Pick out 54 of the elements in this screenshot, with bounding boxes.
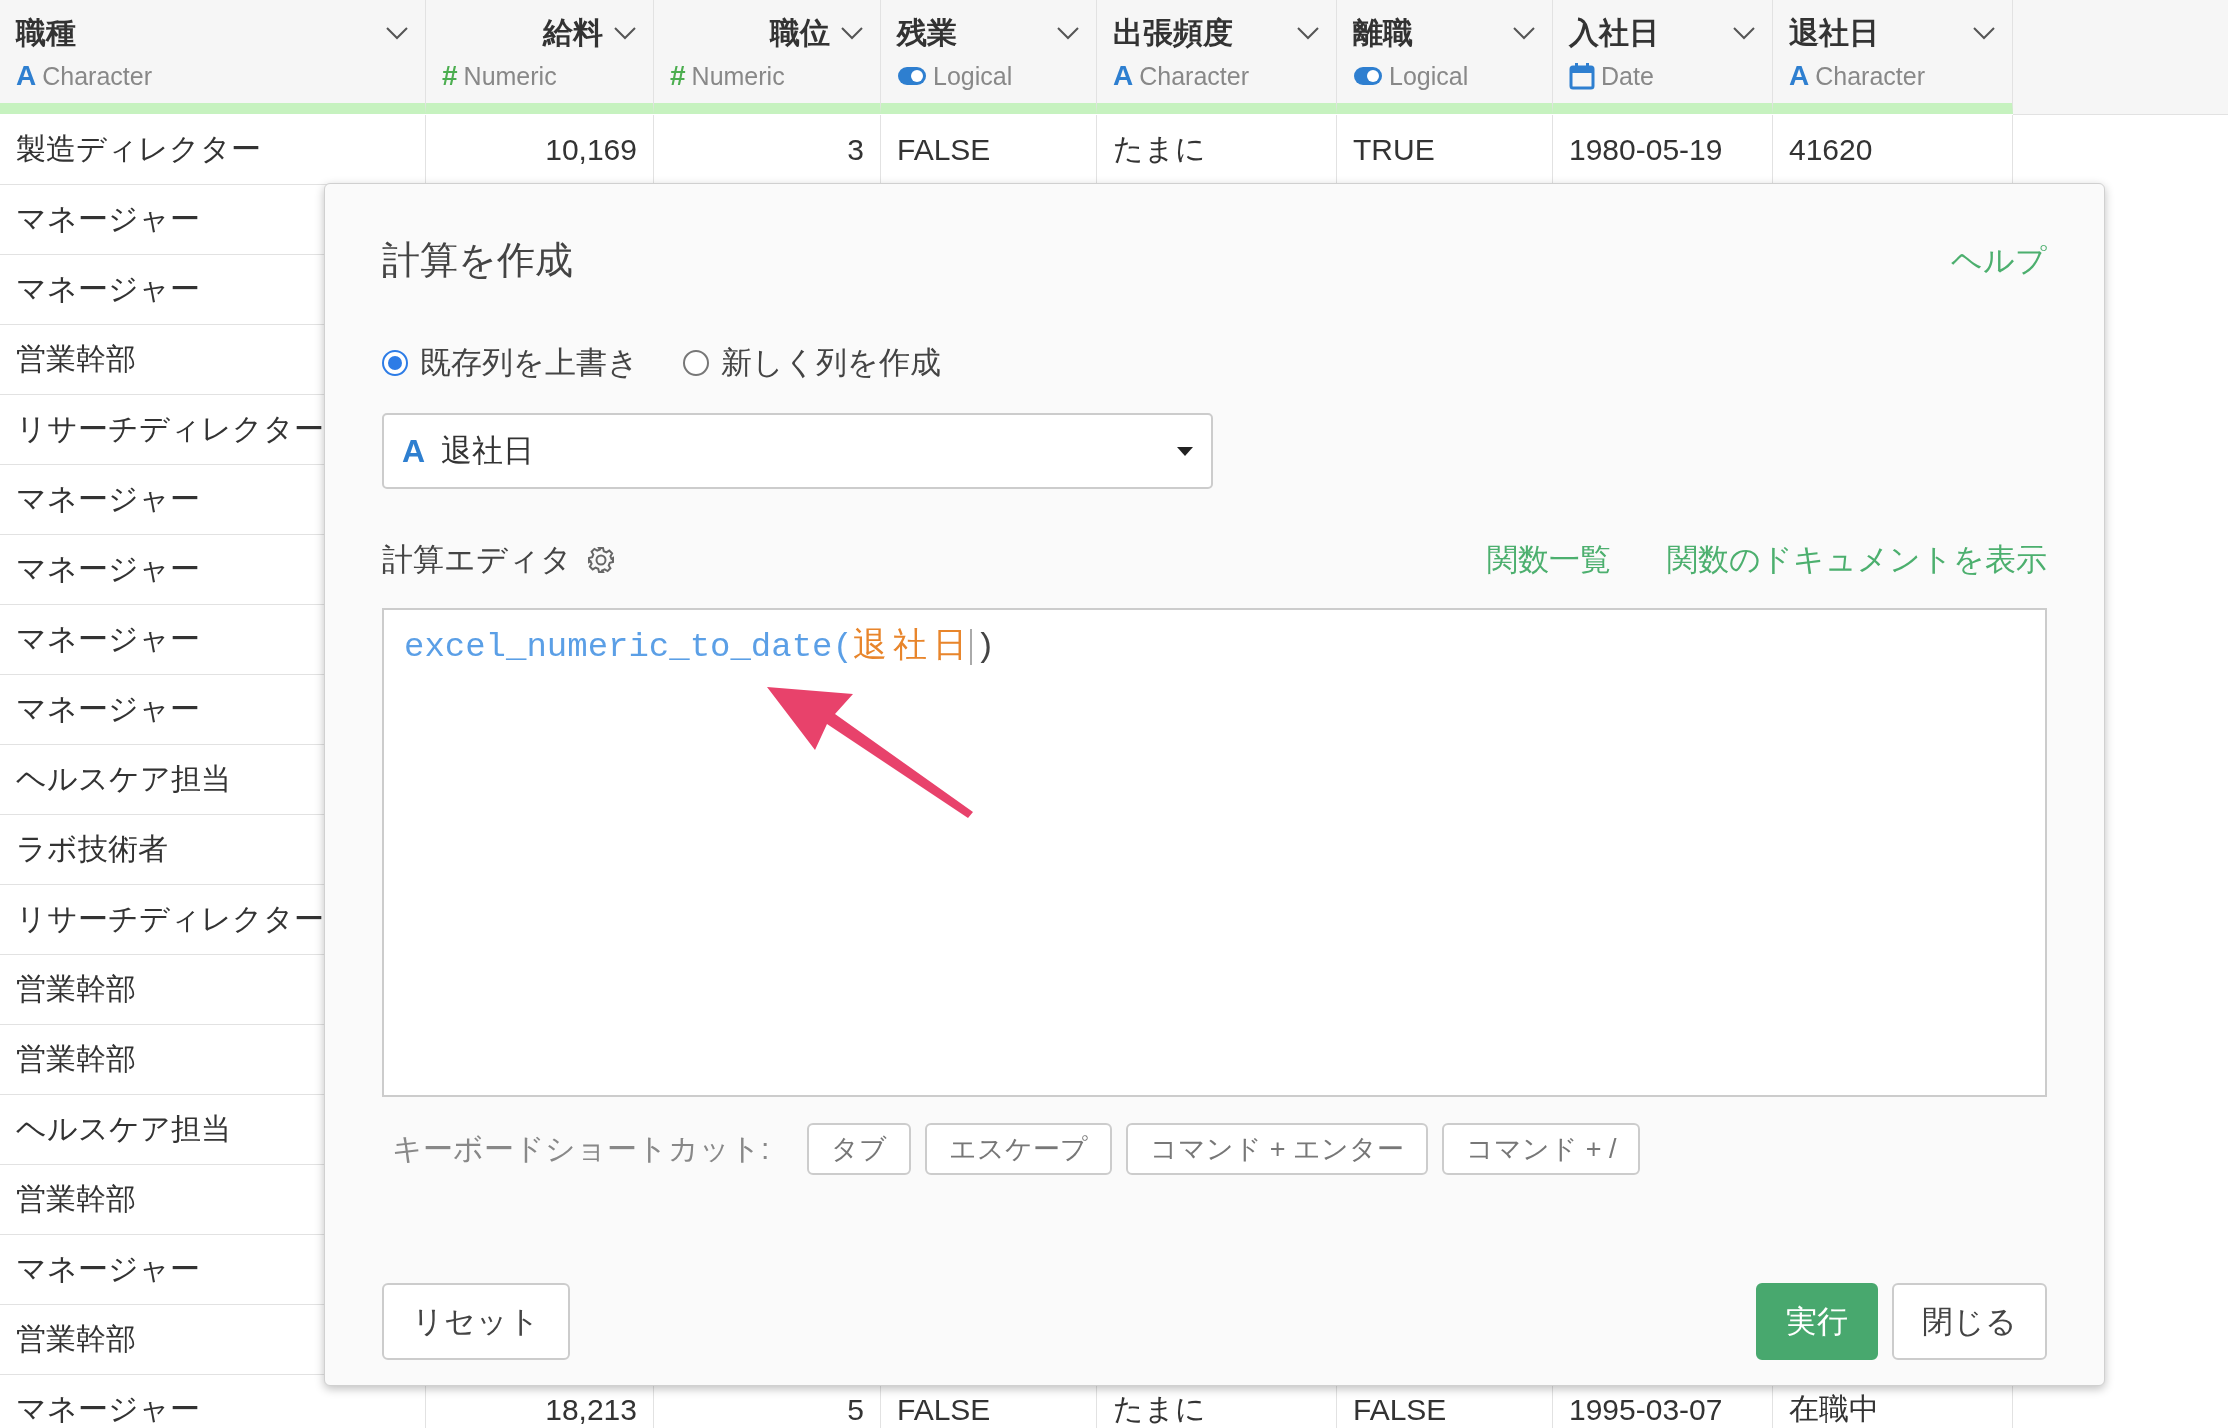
chevron-down-icon[interactable] — [1512, 26, 1536, 40]
column-type: Character — [1139, 61, 1249, 91]
radio-option[interactable]: 新しく列を作成 — [683, 342, 941, 384]
column-header[interactable]: 出張頻度 A Character — [1097, 0, 1337, 114]
column-header[interactable]: 残業 Logical — [881, 0, 1097, 114]
calendar-icon — [1569, 62, 1595, 90]
column-type: Character — [1815, 61, 1925, 91]
column-type: Logical — [933, 61, 1013, 91]
hash-icon: # — [670, 62, 686, 90]
close-button[interactable]: 閉じる — [1892, 1283, 2047, 1360]
chevron-down-icon[interactable] — [1056, 26, 1080, 40]
column-select[interactable]: A 退社日 — [382, 413, 1213, 489]
letter-a-icon: A — [1789, 62, 1810, 90]
column-name: 退社日 — [1789, 14, 1880, 51]
chevron-down-icon[interactable] — [1972, 26, 1996, 40]
column-type: Logical — [1389, 61, 1469, 91]
shortcut-key: エスケープ — [925, 1123, 1113, 1175]
toggle-icon — [1353, 66, 1383, 86]
hash-icon: # — [442, 62, 458, 90]
column-header[interactable]: 退社日 A Character — [1773, 0, 2013, 114]
column-name: 職位 — [768, 14, 830, 51]
column-type: Character — [42, 61, 152, 91]
column-type: Date — [1601, 61, 1654, 91]
column-name: 残業 — [897, 14, 958, 51]
code-editor[interactable]: excel_numeric_to_date(退社日) — [382, 608, 2047, 1097]
chevron-down-icon[interactable] — [385, 26, 409, 40]
column-header[interactable]: 入社日 Date — [1553, 0, 1773, 114]
column-name: 給料 — [541, 14, 603, 51]
column-header[interactable]: 職位 # Numeric — [654, 0, 881, 114]
chevron-down-icon[interactable] — [1732, 26, 1756, 40]
toggle-icon — [897, 66, 927, 86]
shortcut-key: タブ — [807, 1123, 912, 1175]
column-name: 入社日 — [1569, 14, 1660, 51]
column-name: 職種 — [16, 14, 77, 51]
letter-a-icon: A — [1113, 62, 1134, 90]
column-header[interactable]: 離職 Logical — [1337, 0, 1553, 114]
shortcut-key: コマンド + エンター — [1126, 1123, 1429, 1175]
chevron-down-icon[interactable] — [840, 26, 864, 40]
chevron-down-icon[interactable] — [1296, 26, 1320, 40]
shortcut-key: コマンド + / — [1442, 1123, 1641, 1175]
column-header[interactable]: 給料 # Numeric — [426, 0, 654, 114]
selected-column: 退社日 — [441, 430, 1161, 472]
reset-button[interactable]: リセット — [382, 1283, 570, 1360]
letter-a-icon: A — [16, 62, 37, 90]
column-type: Numeric — [463, 61, 557, 91]
column-name: 出張頻度 — [1113, 14, 1234, 51]
column-type: Numeric — [691, 61, 785, 91]
radio-button[interactable] — [382, 350, 408, 376]
dropdown-caret-icon — [1177, 446, 1193, 456]
column-header[interactable]: 職種 A Character — [0, 0, 426, 114]
column-name: 離職 — [1353, 14, 1414, 51]
chevron-down-icon[interactable] — [613, 26, 637, 40]
radio-button[interactable] — [683, 350, 709, 376]
settings-icon[interactable] — [586, 545, 616, 575]
